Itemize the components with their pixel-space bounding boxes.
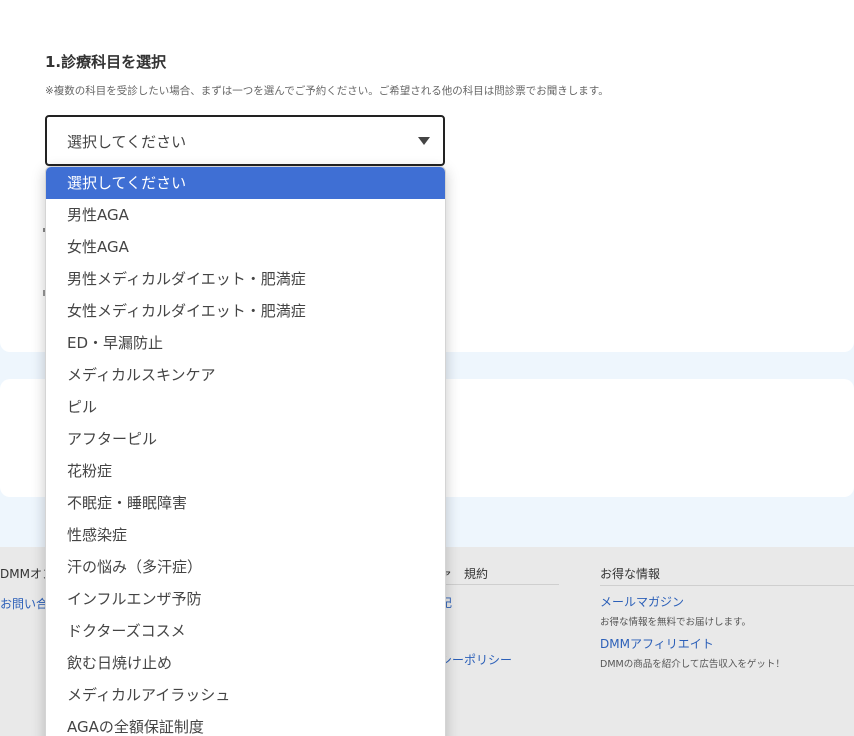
option-item[interactable]: 女性メディカルダイエット・肥満症	[46, 295, 445, 327]
option-item[interactable]: 花粉症	[46, 455, 445, 487]
footer-divider	[446, 584, 559, 585]
option-item[interactable]: 男性AGA	[46, 199, 445, 231]
footer-title-terms: ァ 規約	[440, 567, 489, 581]
footer-link-mail-magazine[interactable]: メールマガジン	[600, 593, 684, 610]
footer-desc-affiliate: DMMの商品を紹介して広告収入をゲット！	[600, 659, 785, 670]
footer-link-contact[interactable]: お問い合	[0, 595, 48, 612]
option-item[interactable]: 男性メディカルダイエット・肥満症	[46, 263, 445, 295]
option-item[interactable]: 性感染症	[46, 519, 445, 551]
option-item[interactable]: 女性AGA	[46, 231, 445, 263]
option-item[interactable]: アフターピル	[46, 423, 445, 455]
option-item[interactable]: 不眠症・睡眠障害	[46, 487, 445, 519]
option-item[interactable]: ドクターズコスメ	[46, 615, 445, 647]
option-item[interactable]: 選択してください	[46, 167, 445, 199]
footer-link-affiliate[interactable]: DMMアフィリエイト	[600, 635, 714, 652]
department-select[interactable]: 選択してください	[45, 115, 445, 166]
footer-desc-mail-magazine: お得な情報を無料でお届けします。	[600, 617, 752, 628]
option-item[interactable]: 飲む日焼け止め	[46, 647, 445, 679]
department-options-list[interactable]: 選択してください 男性AGA 女性AGA 男性メディカルダイエット・肥満症 女性…	[45, 166, 446, 736]
footer-title-deals: お得な情報	[600, 567, 661, 581]
select-current-value: 選択してください	[67, 133, 187, 151]
option-item[interactable]: インフルエンザ予防	[46, 583, 445, 615]
option-item[interactable]: メディカルアイラッシュ	[46, 679, 445, 711]
section-note: ※複数の科目を受診したい場合、まずは一つを選んでご予約ください。ご希望される他の…	[45, 85, 609, 97]
option-item[interactable]: ED・早漏防止	[46, 327, 445, 359]
caret-down-icon	[418, 137, 430, 145]
footer-divider	[600, 585, 854, 586]
option-item[interactable]: AGAの全額保証制度	[46, 711, 445, 736]
section-title: 1.診療科目を選択	[45, 53, 167, 71]
option-item[interactable]: 汗の悩み（多汗症）	[46, 551, 445, 583]
option-item[interactable]: ピル	[46, 391, 445, 423]
footer-link-privacy-policy[interactable]: シーポリシー	[440, 651, 512, 668]
option-item[interactable]: メディカルスキンケア	[46, 359, 445, 391]
